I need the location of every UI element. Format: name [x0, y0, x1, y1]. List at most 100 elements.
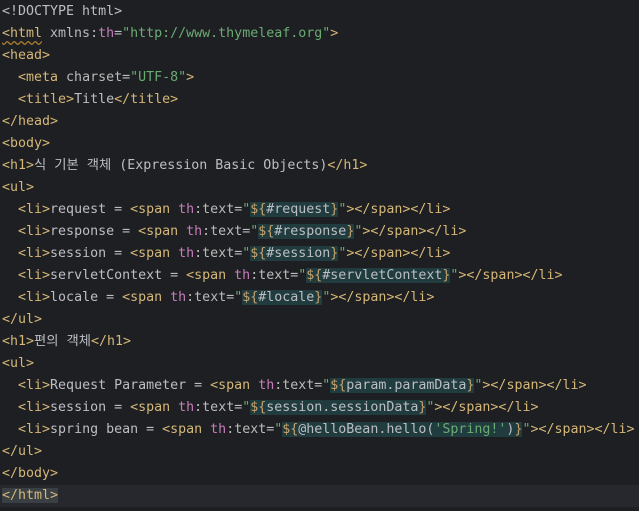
code-line-17[interactable]: <ul>	[0, 353, 639, 375]
code-token: </ul>	[2, 312, 43, 327]
code-token: <span	[122, 290, 163, 305]
code-token: </h1>	[327, 158, 368, 173]
code-line-20[interactable]: <li>spring bean = <span th:text="${@hell…	[0, 419, 639, 441]
code-token: <li>	[18, 422, 51, 437]
code-token: </title>	[114, 92, 179, 107]
code-line-21[interactable]: </ul>	[0, 441, 639, 463]
code-token: ></span></li>	[330, 290, 435, 305]
code-token: ${	[250, 246, 267, 261]
code-token: "UTF-8"	[130, 70, 187, 85]
code-token: <head>	[2, 48, 51, 63]
code-token: locale =	[50, 290, 123, 305]
code-token: th	[226, 268, 251, 283]
code-token: =	[122, 70, 131, 85]
code-token: :text	[202, 224, 243, 239]
code-token: ${	[250, 202, 267, 217]
code-token: th	[250, 378, 275, 393]
code-token: th	[178, 224, 203, 239]
code-token: session =	[50, 246, 131, 261]
code-token: :text	[250, 268, 291, 283]
code-token: ></span></li>	[362, 224, 467, 239]
code-token: ${	[258, 224, 275, 239]
code-token: ></span></li>	[434, 400, 539, 415]
code-line-7[interactable]: <body>	[0, 133, 639, 155]
code-line-16[interactable]: <h1>편의 객체</h1>	[0, 331, 639, 353]
code-token: servletContext =	[50, 268, 187, 283]
code-token: @helloBean.hello(	[298, 422, 435, 437]
code-token: </html>	[2, 488, 59, 503]
code-line-12[interactable]: <li>session = <span th:text="${#session}…	[0, 243, 639, 265]
code-token: <span	[186, 268, 227, 283]
code-token: 식 기본 객체 (Expression Basic Objects)	[34, 158, 328, 173]
code-token: <title>	[18, 92, 75, 107]
code-line-19[interactable]: <li>session = <span th:text="${session.s…	[0, 397, 639, 419]
code-token: <li>	[18, 400, 51, 415]
code-token: th	[170, 246, 195, 261]
code-line-9[interactable]: <ul>	[0, 177, 639, 199]
code-token: session.sessionData	[266, 400, 419, 415]
code-token: <ul>	[2, 356, 35, 371]
code-token: :text	[186, 290, 227, 305]
code-line-14[interactable]: <li>locale = <span th:text="${#locale}">…	[0, 287, 639, 309]
code-token: #session	[266, 246, 331, 261]
code-token: charset	[58, 70, 123, 85]
code-token: <span	[138, 224, 179, 239]
code-line-13[interactable]: <li>servletContext = <span th:text="${#s…	[0, 265, 639, 287]
code-token: response =	[50, 224, 139, 239]
code-token: <li>	[18, 202, 51, 217]
code-token: ${	[282, 422, 299, 437]
code-token: #servletContext	[322, 268, 443, 283]
code-token: =	[114, 26, 123, 41]
code-token: ></span></li>	[482, 378, 587, 393]
code-token: :text	[226, 422, 267, 437]
code-line-4[interactable]: <meta charset="UTF-8">	[0, 67, 639, 89]
code-line-22[interactable]: </body>	[0, 463, 639, 485]
code-token: <li>	[18, 378, 51, 393]
code-token: ${	[250, 400, 267, 415]
code-token: ></span></li>	[530, 422, 635, 437]
code-editor[interactable]: <!DOCTYPE html> <html xmlns:th="http://ww…	[0, 0, 639, 511]
code-token: :text	[274, 378, 315, 393]
code-token: :text	[194, 202, 235, 217]
code-token: ${	[306, 268, 323, 283]
code-token: xmlns:	[42, 26, 99, 41]
code-token: Title	[74, 92, 115, 107]
code-line-6[interactable]: </head>	[0, 111, 639, 133]
code-token: <li>	[18, 246, 51, 261]
code-line-15[interactable]: </ul>	[0, 309, 639, 331]
code-token: ${	[330, 378, 347, 393]
code-token: <span	[130, 400, 171, 415]
code-line-11[interactable]: <li>response = <span th:text="${#respons…	[0, 221, 639, 243]
code-line-2[interactable]: <html xmlns:th="http://www.thymeleaf.org…	[0, 23, 639, 45]
code-token: ></span></li>	[458, 268, 563, 283]
code-token: 편의 객체	[34, 334, 91, 349]
code-line-10[interactable]: <li>request = <span th:text="${#request}…	[0, 199, 639, 221]
code-line-23[interactable]: </html>	[0, 485, 639, 507]
code-line-8[interactable]: <h1>식 기본 객체 (Expression Basic Objects)</…	[0, 155, 639, 177]
code-token: th	[162, 290, 187, 305]
code-token: Request Parameter =	[50, 378, 211, 393]
code-token: <span	[162, 422, 203, 437]
code-line-5[interactable]: <title>Title</title>	[0, 89, 639, 111]
code-token: param.paramData	[346, 378, 467, 393]
code-token: <span	[130, 246, 171, 261]
code-token: th	[170, 202, 195, 217]
code-line-3[interactable]: <head>	[0, 45, 639, 67]
code-token: <body>	[2, 136, 51, 151]
code-token: <li>	[18, 224, 51, 239]
code-token: <ul>	[2, 180, 35, 195]
code-line-18[interactable]: <li>Request Parameter = <span th:text="$…	[0, 375, 639, 397]
code-token: #response	[274, 224, 347, 239]
code-token: 'Spring!'	[434, 422, 507, 437]
code-line-1[interactable]: <!DOCTYPE html>	[0, 1, 639, 23]
code-token: spring bean =	[50, 422, 163, 437]
